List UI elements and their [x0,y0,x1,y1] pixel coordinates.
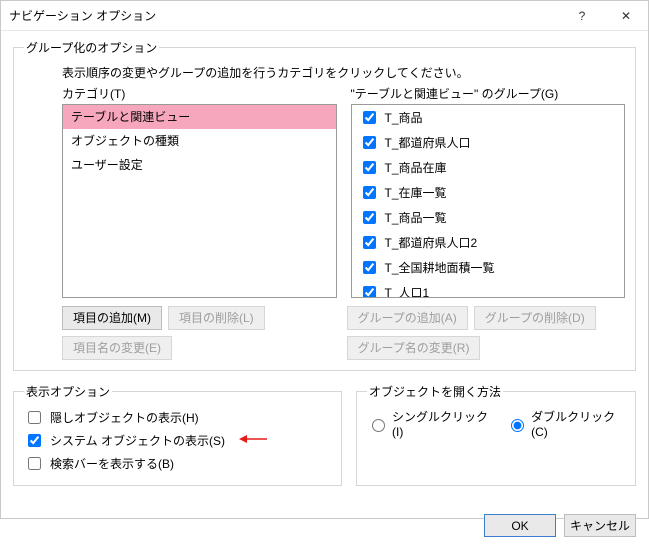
double-click-option[interactable]: ダブルクリック(C) [506,408,625,439]
display-options-legend: 表示オプション [24,383,112,400]
grouping-options-fieldset: グループ化のオプション 表示順序の変更やグループの追加を行うカテゴリをクリックし… [13,39,636,371]
show-hidden-checkbox[interactable] [28,411,41,424]
group-item[interactable]: T_都道府県人口 [352,130,625,155]
single-click-option[interactable]: シングルクリック(I) [367,408,492,439]
titlebar: ナビゲーション オプション ? ✕ [1,1,648,31]
group-item-label: T_都道府県人口2 [385,234,478,251]
group-item-checkbox[interactable] [363,136,376,149]
group-item[interactable]: T_商品 [352,105,625,130]
delete-item-button: 項目の削除(L) [168,306,265,330]
group-item-label: T_都道府県人口 [385,134,471,151]
dialog-title: ナビゲーション オプション [9,7,560,24]
close-icon: ✕ [621,9,631,23]
show-searchbar-checkbox[interactable] [28,457,41,470]
group-item-checkbox[interactable] [363,261,376,274]
group-item-checkbox[interactable] [363,111,376,124]
open-method-legend: オブジェクトを開く方法 [367,383,503,400]
dialog-content: グループ化のオプション 表示順序の変更やグループの追加を行うカテゴリをクリックし… [1,31,648,506]
groups-checklist[interactable]: T_商品 T_都道府県人口 T_商品在庫 T_在庫一覧 T_商品一覧 T_都道府県人口2 T… [351,104,626,298]
display-options-fieldset: 表示オプション 隠しオブジェクトの表示(H) システム オブジェクトの表示(S) [13,383,342,486]
group-item-checkbox[interactable] [363,161,376,174]
help-icon: ? [579,9,586,23]
group-item-label: T_商品 [385,109,423,126]
show-system-label: システム オブジェクトの表示(S) [50,432,225,449]
help-button[interactable]: ? [560,1,604,31]
grouping-options-legend: グループ化のオプション [24,39,159,56]
category-item[interactable]: ユーザー設定 [63,153,336,177]
ok-button[interactable]: OK [484,514,556,537]
show-hidden-label: 隠しオブジェクトの表示(H) [50,409,199,426]
group-item-checkbox[interactable] [363,211,376,224]
add-item-button[interactable]: 項目の追加(M) [62,306,162,330]
show-searchbar-label: 検索バーを表示する(B) [50,455,174,472]
category-item[interactable]: テーブルと関連ビュー [63,105,336,129]
arrow-icon [239,433,267,448]
group-item[interactable]: T_商品在庫 [352,155,625,180]
instruction-text: 表示順序の変更やグループの追加を行うカテゴリをクリックしてください。 [62,64,625,81]
group-item[interactable]: T_都道府県人口2 [352,230,625,255]
group-item-label: T_商品在庫 [385,159,447,176]
rename-item-button: 項目名の変更(E) [62,336,172,360]
double-click-radio[interactable] [511,419,524,432]
categories-listbox[interactable]: テーブルと関連ビューオブジェクトの種類ユーザー設定 [62,104,337,298]
single-click-radio[interactable] [372,419,385,432]
group-item-label: T_全国耕地面積一覧 [385,259,495,276]
group-item[interactable]: T_商品一覧 [352,205,625,230]
group-item[interactable]: T_人口1 [352,280,625,298]
group-item[interactable]: T_在庫一覧 [352,180,625,205]
single-click-label: シングルクリック(I) [392,408,492,439]
group-item-checkbox[interactable] [363,236,376,249]
group-item-checkbox[interactable] [363,186,376,199]
dialog-window: ナビゲーション オプション ? ✕ グループ化のオプション 表示順序の変更やグル… [0,0,649,519]
open-method-fieldset: オブジェクトを開く方法 シングルクリック(I) ダブルクリック(C) [356,383,636,486]
rename-group-button: グループ名の変更(R) [347,336,481,360]
categories-label: カテゴリ(T) [62,85,337,102]
double-click-label: ダブルクリック(C) [531,408,625,439]
show-system-checkbox[interactable] [28,434,41,447]
group-item-label: T_人口1 [385,284,430,298]
close-button[interactable]: ✕ [604,1,648,31]
dialog-footer: OK キャンセル [1,506,648,547]
category-item[interactable]: オブジェクトの種類 [63,129,336,153]
group-item-label: T_在庫一覧 [385,184,447,201]
groups-label: "テーブルと関連ビュー" のグループ(G) [351,85,626,102]
group-item[interactable]: T_全国耕地面積一覧 [352,255,625,280]
group-item-checkbox[interactable] [363,286,376,298]
delete-group-button: グループの削除(D) [474,306,596,330]
cancel-button[interactable]: キャンセル [564,514,636,537]
add-group-button: グループの追加(A) [347,306,468,330]
group-item-label: T_商品一覧 [385,209,447,226]
